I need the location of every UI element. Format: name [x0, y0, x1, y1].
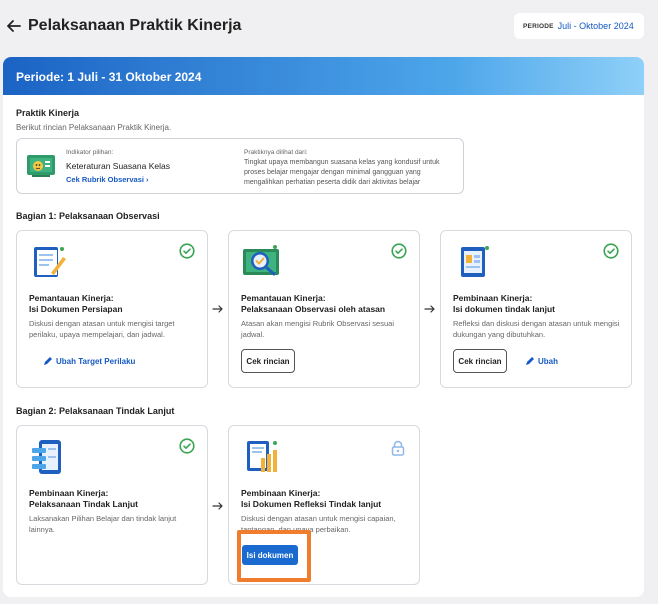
back-arrow-icon[interactable]	[6, 18, 22, 34]
period-pill: PERIODE Juli - Oktober 2024	[514, 13, 644, 39]
card-isi-dokumen-tindak-lanjut: Pembinaan Kinerja: Isi dokumen tindak la…	[440, 230, 632, 388]
top-bar: Pelaksanaan Praktik Kinerja PERIODE Juli…	[0, 0, 658, 56]
document-chart-icon	[461, 246, 489, 277]
card-desc: Refleksi dan diskusi dengan atasan untuk…	[453, 319, 620, 339]
period-value: Juli - Oktober 2024	[557, 21, 634, 31]
card-title: Pembinaan Kinerja: Pelaksanaan Tindak La…	[29, 488, 201, 511]
card-pelaksanaan-observasi: Pemantauan Kinerja: Pelaksanaan Observas…	[228, 230, 420, 388]
card-title-line2: Pelaksanaan Observasi oleh atasan	[241, 304, 386, 315]
cek-rincian-button[interactable]: Cek rincian	[453, 349, 507, 373]
period-label: PERIODE	[523, 22, 554, 30]
ubah-target-perilaku-label: Ubah Target Perilaku	[56, 356, 136, 366]
pencil-icon	[526, 357, 534, 365]
ubah-target-perilaku-button[interactable]: Ubah Target Perilaku	[43, 356, 135, 366]
card-title-line1: Pembinaan Kinerja:	[453, 293, 533, 303]
card-isi-dokumen-refleksi: Pembinaan Kinerja: Isi Dokumen Refleksi …	[228, 425, 420, 585]
rubric-link[interactable]: Cek Rubrik Observasi ›	[66, 175, 149, 184]
indicator-label: Indikator pilihan:	[66, 149, 114, 156]
seen-label: Praktiknya dilihat dari:	[244, 149, 308, 156]
praktik-title: Praktik Kinerja	[16, 108, 80, 118]
card-pelaksanaan-tindak-lanjut: Pembinaan Kinerja: Pelaksanaan Tindak La…	[16, 425, 208, 585]
card-isi-dokumen-persiapan: Pemantauan Kinerja: Isi Dokumen Persiapa…	[16, 230, 208, 388]
check-circle-icon	[603, 243, 619, 259]
card-title: Pemantauan Kinerja: Pelaksanaan Observas…	[241, 293, 413, 316]
bagian1-title: Bagian 1: Pelaksanaan Observasi	[16, 211, 160, 221]
period-banner: Periode: 1 Juli - 31 Oktober 2024	[3, 57, 644, 95]
arrow-right-icon	[212, 502, 223, 510]
cek-rincian-button[interactable]: Cek rincian	[241, 349, 295, 373]
arrow-right-icon	[424, 305, 435, 313]
report-chart-icon	[247, 441, 277, 472]
main-panel: Periode: 1 Juli - 31 Oktober 2024 Prakti…	[3, 57, 644, 597]
card-title-line1: Pembinaan Kinerja:	[241, 488, 321, 498]
card-title-line1: Pembinaan Kinerja:	[29, 488, 109, 498]
ubah-label: Ubah	[538, 356, 558, 366]
card-title-line1: Pemantauan Kinerja:	[29, 293, 114, 303]
praktik-subtitle: Berikut rincian Pelaksanaan Praktik Kine…	[16, 123, 172, 132]
indicator-box: Indikator pilihan: Keteraturan Suasana K…	[16, 138, 464, 194]
check-circle-icon	[179, 438, 195, 454]
card-title-line2: Isi Dokumen Persiapan	[29, 304, 123, 315]
indicator-name: Keteraturan Suasana Kelas	[66, 161, 170, 171]
check-circle-icon	[391, 243, 407, 259]
card-title: Pembinaan Kinerja: Isi Dokumen Refleksi …	[241, 488, 413, 511]
card-title-line2: Pelaksanaan Tindak Lanjut	[29, 499, 138, 510]
card-desc: Atasan akan mengisi Rubrik Observasi ses…	[241, 319, 394, 339]
lock-icon	[391, 440, 405, 456]
pencil-icon	[44, 357, 52, 365]
arrow-right-icon	[212, 305, 223, 313]
page-title: Pelaksanaan Praktik Kinerja	[28, 17, 242, 34]
card-desc: Laksanakan Pilihan Belajar dan tindak la…	[29, 514, 177, 534]
card-desc: Diskusi dengan atasan untuk mengisi targ…	[29, 319, 175, 339]
card-title-line2: Isi Dokumen Refleksi Tindak lanjut	[241, 499, 382, 510]
magnifier-check-icon	[243, 245, 279, 276]
seen-text: Tingkat upaya membangun suasana kelas ya…	[244, 159, 440, 187]
card-title: Pemantauan Kinerja: Isi Dokumen Persiapa…	[29, 293, 201, 316]
tablet-list-icon	[32, 440, 61, 474]
card-title-line2: Isi dokumen tindak lanjut	[453, 304, 556, 315]
classroom-board-icon	[27, 155, 55, 177]
ubah-button[interactable]: Ubah	[525, 356, 558, 366]
chevron-right-icon: ›	[146, 175, 149, 184]
document-pen-icon	[34, 247, 66, 277]
rubric-link-label: Cek Rubrik Observasi	[66, 175, 144, 184]
check-circle-icon	[179, 243, 195, 259]
isi-dokumen-button[interactable]: Isi dokumen	[242, 545, 298, 565]
bagian2-title: Bagian 2: Pelaksanaan Tindak Lanjut	[16, 406, 175, 416]
card-title: Pembinaan Kinerja: Isi dokumen tindak la…	[453, 293, 625, 316]
card-title-line1: Pemantauan Kinerja:	[241, 293, 326, 303]
